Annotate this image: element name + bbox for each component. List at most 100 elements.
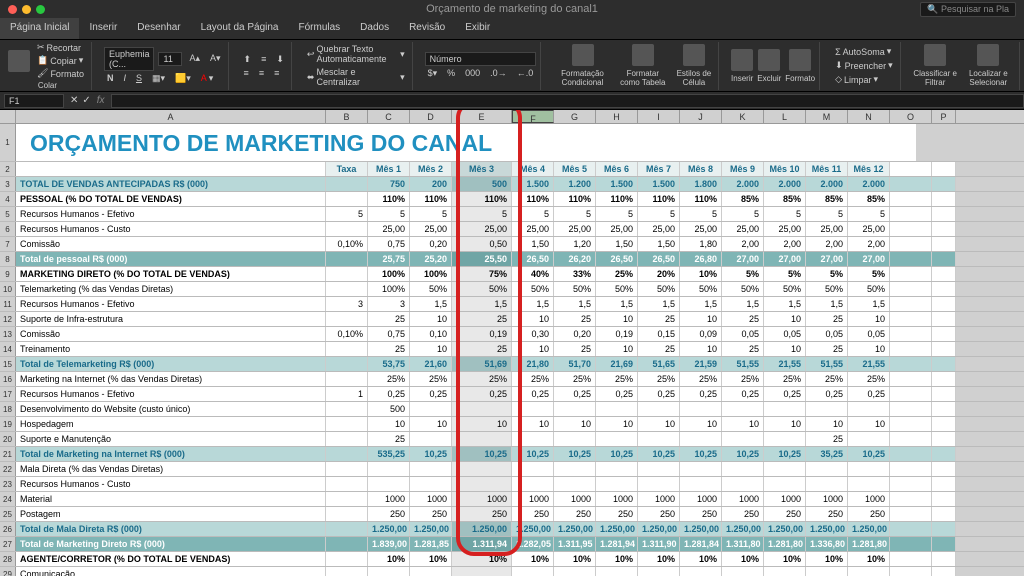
cell[interactable]: 1.250,00 [368,522,410,536]
cell[interactable]: 10,25 [596,447,638,461]
cell[interactable]: 25% [680,372,722,386]
cell[interactable]: 1.250,00 [512,522,554,536]
formula-input[interactable] [111,94,1024,108]
cell[interactable]: 1,5 [680,297,722,311]
cell[interactable] [764,462,806,476]
cell[interactable]: 10 [764,342,806,356]
cell[interactable]: 0,25 [410,387,452,401]
cell[interactable] [410,402,452,416]
cell[interactable]: 250 [848,507,890,521]
cell[interactable]: 10% [410,552,452,566]
cell[interactable]: 1.250,00 [806,522,848,536]
cell[interactable]: 21,60 [410,357,452,371]
col-header-L[interactable]: L [764,110,806,123]
cell[interactable] [890,312,932,326]
cell[interactable]: 26,50 [512,252,554,266]
cell[interactable]: 1000 [410,492,452,506]
cell[interactable]: 1.281,85 [410,537,452,551]
cell[interactable] [890,267,932,281]
cell[interactable]: 25 [554,342,596,356]
cell[interactable] [596,462,638,476]
cell[interactable]: 0,75 [368,327,410,341]
cell[interactable] [326,357,368,371]
cell[interactable]: 1.250,00 [638,522,680,536]
increase-font-button[interactable]: A▴ [186,52,203,65]
cell[interactable] [932,567,956,576]
comma-button[interactable]: 000 [462,67,483,79]
cell[interactable]: 25 [722,312,764,326]
cell[interactable]: 0,15 [638,327,680,341]
cell[interactable] [890,162,932,176]
format-painter-button[interactable]: 🖌 Formato [34,67,87,80]
cell[interactable] [848,462,890,476]
cell[interactable] [638,462,680,476]
cell[interactable]: 25 [806,312,848,326]
cell[interactable]: 1.500 [596,177,638,191]
tab-fórmulas[interactable]: Fórmulas [288,18,350,39]
cell[interactable]: 10% [512,552,554,566]
cell[interactable] [326,567,368,576]
cell[interactable]: 250 [410,507,452,521]
border-button[interactable]: ▦▾ [149,72,168,85]
cell[interactable] [932,327,956,341]
cell[interactable] [554,567,596,576]
cell[interactable]: 3 [368,297,410,311]
cell[interactable]: 10,25 [722,447,764,461]
cell[interactable]: 25 [368,342,410,356]
row-header[interactable]: 16 [0,372,16,386]
cell[interactable]: 0,25 [680,387,722,401]
cell[interactable]: 5% [848,267,890,281]
clear-button[interactable]: ◇ Limpar▾ [832,73,896,86]
cell[interactable]: 0,05 [806,327,848,341]
row-header[interactable]: 28 [0,552,16,566]
cell[interactable]: 10 [764,312,806,326]
cell[interactable]: 1000 [848,492,890,506]
cell[interactable] [452,477,512,491]
cell[interactable]: 10% [848,552,890,566]
cell[interactable]: Taxa [326,162,368,176]
format-cells-icon[interactable] [789,49,811,71]
cell[interactable] [890,192,932,206]
cell[interactable]: 1.282,05 [512,537,554,551]
cell[interactable]: 27,00 [764,252,806,266]
cell[interactable] [452,462,512,476]
cell[interactable]: 25% [596,267,638,281]
row-header[interactable]: 8 [0,252,16,266]
cell[interactable]: 10,25 [554,447,596,461]
cell[interactable]: 0,25 [512,387,554,401]
italic-button[interactable]: I [120,72,129,84]
cell[interactable]: 0,25 [638,387,680,401]
cell[interactable]: 5 [848,207,890,221]
row-header[interactable]: 25 [0,507,16,521]
cell[interactable] [326,552,368,566]
find-select-icon[interactable] [977,44,999,66]
cell[interactable] [596,477,638,491]
cell[interactable]: 25,20 [410,252,452,266]
row-header[interactable]: 12 [0,312,16,326]
cell[interactable]: 50% [554,282,596,296]
cell[interactable]: 5 [638,207,680,221]
cell[interactable] [932,207,956,221]
cell[interactable]: 2.000 [848,177,890,191]
col-header-A[interactable]: A [16,110,326,123]
col-header-G[interactable]: G [554,110,596,123]
cell[interactable]: 2.000 [722,177,764,191]
cell[interactable] [326,522,368,536]
cell[interactable]: 25 [806,342,848,356]
cell[interactable]: 10 [596,312,638,326]
cell[interactable] [326,417,368,431]
cell[interactable]: 0,25 [368,387,410,401]
cell[interactable] [326,192,368,206]
cell[interactable]: 10,25 [764,447,806,461]
cell[interactable]: 250 [722,507,764,521]
cell[interactable] [326,477,368,491]
cell[interactable]: AGENTE/CORRETOR (% DO TOTAL DE VENDAS) [16,552,326,566]
col-header-J[interactable]: J [680,110,722,123]
close-icon[interactable] [8,5,17,14]
cell[interactable]: 0,10% [326,327,368,341]
cell[interactable] [16,162,326,176]
cell[interactable] [326,342,368,356]
cell[interactable] [932,357,956,371]
cell[interactable]: 10 [596,342,638,356]
cell[interactable]: Mês 4 [512,162,554,176]
